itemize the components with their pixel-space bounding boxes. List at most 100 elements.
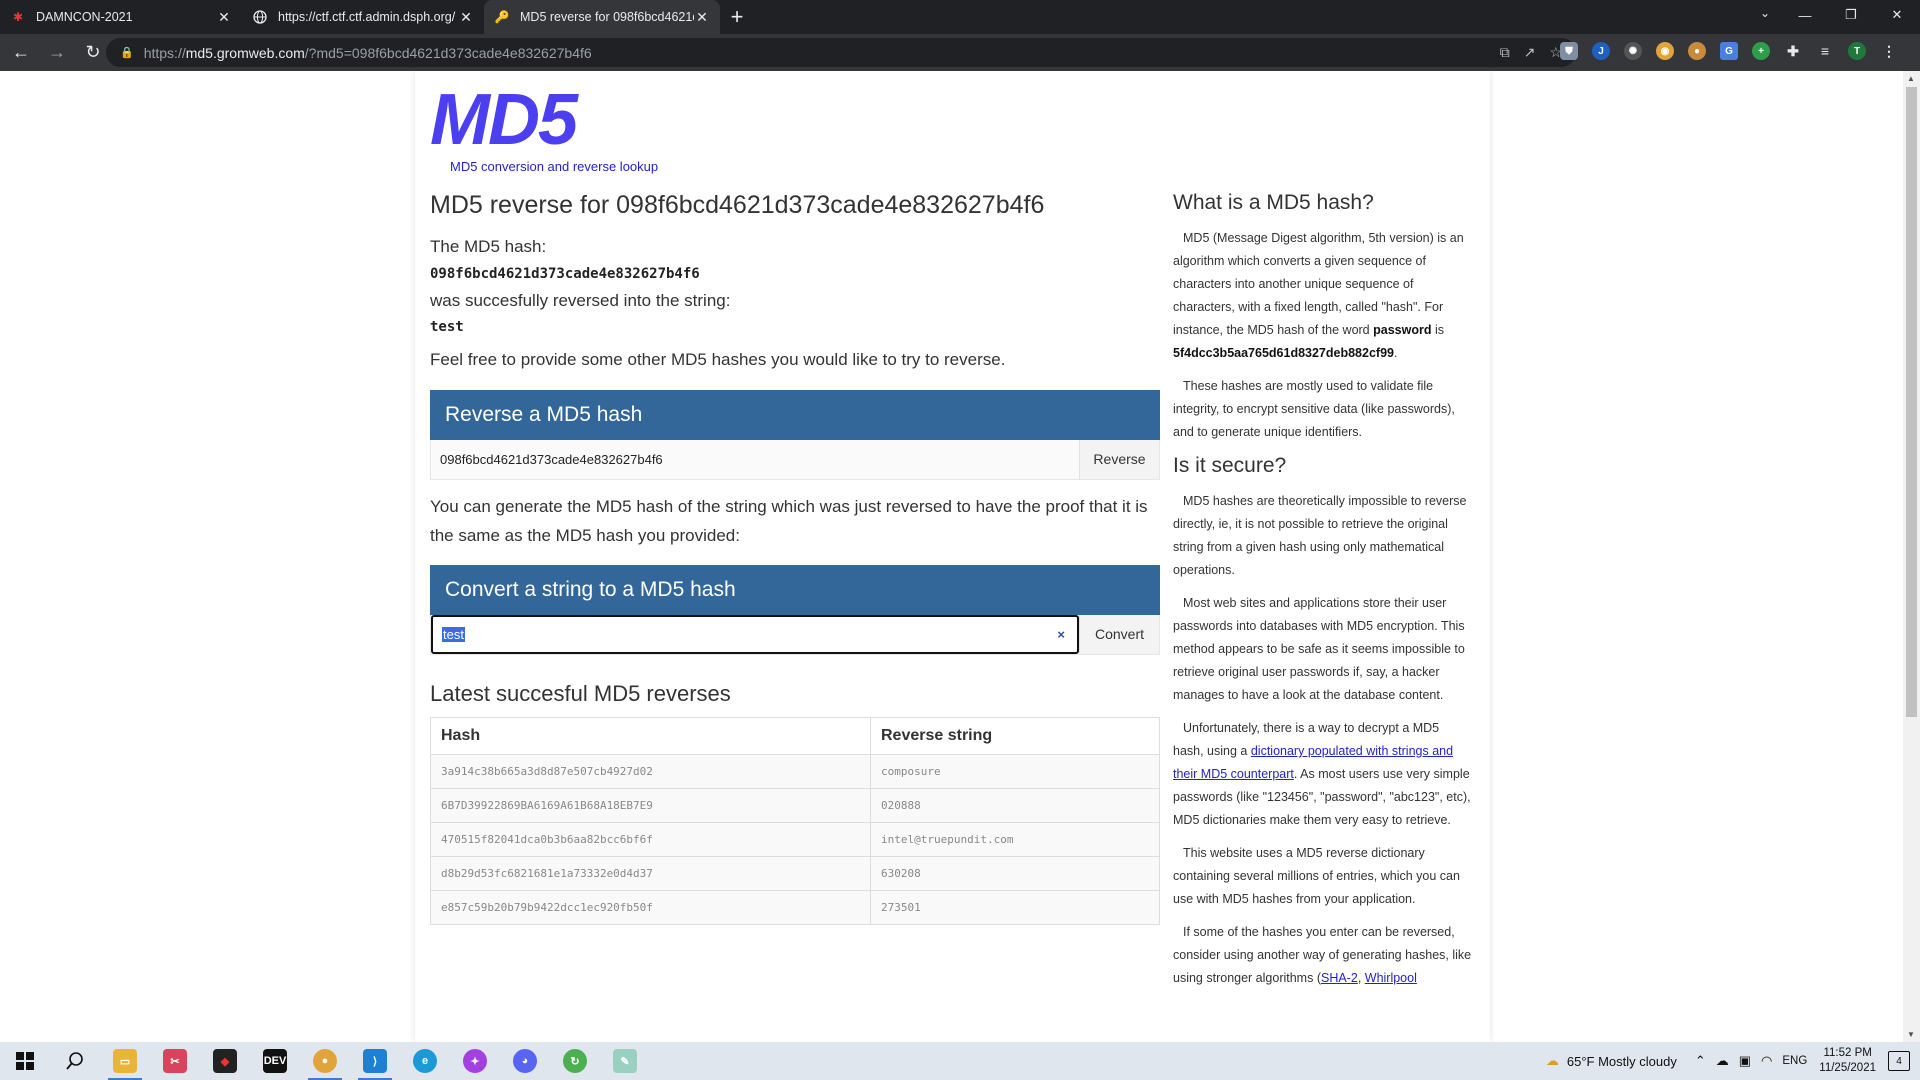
cookie-extension-icon[interactable]: ●: [1688, 42, 1706, 60]
puzzle-extensions-icon[interactable]: ✚: [1784, 42, 1802, 60]
reverse-string-cell[interactable]: 630208: [870, 855, 1160, 891]
wifi-icon[interactable]: ◠: [1761, 1053, 1772, 1069]
hash-cell[interactable]: 6B7D39922869BA6169A61B68A18EB7E9: [430, 787, 871, 823]
page-scrollbar[interactable]: ▲ ▼: [1903, 71, 1920, 1042]
site-logo[interactable]: MD5: [430, 79, 578, 161]
search-icon[interactable]: [50, 1042, 100, 1080]
dev-app-icon[interactable]: DEV: [250, 1042, 300, 1080]
tab-title: MD5 reverse for 098f6bcd4621d373cade4e83…: [520, 10, 694, 24]
notifications-icon[interactable]: 4: [1888, 1051, 1910, 1071]
display-icon[interactable]: ▣: [1739, 1053, 1751, 1069]
tab-bar: ✱ DAMNCON-2021 ✕ https://ctf.ctf.ctf.adm…: [0, 0, 1920, 34]
table-row: 3a914c38b665a3d8d87e507cb4927d02 composu…: [430, 753, 1160, 789]
convert-string-input[interactable]: test ×: [431, 614, 1079, 654]
url-host: md5.gromweb.com: [185, 44, 305, 61]
sidebar: What is a MD5 hash? MD5 (Message Digest …: [1173, 191, 1473, 1000]
profile-avatar[interactable]: T: [1848, 42, 1866, 60]
table-row: 470515f82041dca0b3b6aa82bcc6bf6f intel@t…: [430, 821, 1160, 857]
onedrive-icon[interactable]: ☁: [1716, 1053, 1729, 1069]
tab-ctf-admin[interactable]: https://ctf.ctf.ctf.admin.dsph.org/ ✕: [242, 0, 484, 34]
hash-cell[interactable]: 470515f82041dca0b3b6aa82bcc6bf6f: [430, 821, 871, 857]
discord-icon[interactable]: ◕: [500, 1042, 550, 1080]
table-row: d8b29d53fc6821681e1a73332e0d4d37 630208: [430, 855, 1160, 891]
translate-icon[interactable]: ⧉: [1500, 44, 1510, 61]
google-translate-extension-icon[interactable]: G: [1720, 42, 1738, 60]
tray-chevron-icon[interactable]: ⌃: [1695, 1053, 1706, 1069]
table-row: 6B7D39922869BA6169A61B68A18EB7E9 020888: [430, 787, 1160, 823]
text: MD5 (Message Digest algorithm, 5th versi…: [1173, 231, 1464, 337]
window-controls: — ❐ ✕: [1782, 0, 1920, 30]
plus-extension-icon[interactable]: +: [1752, 42, 1770, 60]
proof-text: You can generate the MD5 hash of the str…: [430, 496, 1148, 545]
tab-search-icon[interactable]: ⌄: [1760, 6, 1770, 20]
pen-app-icon[interactable]: ✎: [600, 1042, 650, 1080]
scroll-down-arrow-icon[interactable]: ▼: [1907, 1030, 1915, 1039]
text: is: [1431, 323, 1444, 337]
reading-list-icon[interactable]: ≡: [1816, 42, 1834, 60]
scrollbar-thumb[interactable]: [1906, 87, 1917, 717]
address-bar[interactable]: 🔒 https://md5.gromweb.com/?md5=098f6bcd4…: [106, 38, 1576, 67]
gear-extension-icon[interactable]: ✺: [1624, 42, 1642, 60]
reverse-panel: Reverse a MD5 hash 098f6bcd4621d373cade4…: [430, 389, 1160, 480]
chrome-taskbar-icon[interactable]: ●: [300, 1042, 350, 1080]
convert-panel: Convert a string to a MD5 hash test × Co…: [430, 564, 1160, 655]
weather-icon[interactable]: ☁: [1546, 1053, 1559, 1069]
edge-icon[interactable]: e: [400, 1042, 450, 1080]
back-icon[interactable]: ←: [6, 38, 36, 68]
close-tab-icon[interactable]: ✕: [216, 9, 232, 26]
clock[interactable]: 11:52 PM 11/25/2021: [1819, 1046, 1876, 1076]
language-indicator[interactable]: ENG: [1782, 1055, 1807, 1067]
hash-cell[interactable]: e857c59b20b79b9422dcc1ec920fb50f: [430, 889, 871, 925]
convert-input-selected-text: test: [442, 626, 465, 642]
sha2-link[interactable]: SHA-2: [1321, 971, 1358, 985]
latest-reverses-table: Hash Reverse string 3a914c38b665a3d8d87e…: [430, 716, 1160, 925]
forward-icon[interactable]: →: [42, 38, 72, 68]
shield-extension-icon[interactable]: ⛊: [1560, 42, 1578, 60]
reverse-button[interactable]: Reverse: [1079, 439, 1159, 479]
close-tab-icon[interactable]: ✕: [694, 9, 710, 26]
vscode-icon[interactable]: ⟩: [350, 1042, 400, 1080]
secure-paragraph-4: This website uses a MD5 reverse dictiona…: [1173, 846, 1460, 906]
snip-tool-icon[interactable]: ✂: [150, 1042, 200, 1080]
reverse-string-cell[interactable]: 273501: [870, 889, 1160, 925]
hash-cell[interactable]: d8b29d53fc6821681e1a73332e0d4d37: [430, 855, 871, 891]
hash-usage-paragraph: These hashes are mostly used to validate…: [1173, 379, 1455, 439]
green-app-icon[interactable]: ↻: [550, 1042, 600, 1080]
reversed-value: test: [430, 319, 464, 335]
scroll-up-arrow-icon[interactable]: ▲: [1907, 74, 1915, 83]
reverse-string-cell[interactable]: composure: [870, 753, 1160, 789]
column-header-reverse-string: Reverse string: [870, 716, 1160, 755]
feel-free-text: Feel free to provide some other MD5 hash…: [430, 350, 1006, 369]
page-container: MD5 MD5 conversion and reverse lookup MD…: [415, 71, 1490, 1042]
new-tab-button[interactable]: +: [720, 0, 754, 34]
weather-text[interactable]: 65°F Mostly cloudy: [1567, 1054, 1677, 1069]
convert-button[interactable]: Convert: [1079, 614, 1159, 654]
start-button[interactable]: [0, 1042, 50, 1080]
reverse-string-cell[interactable]: intel@truepundit.com: [870, 821, 1160, 857]
terminal-app-icon[interactable]: ◆: [200, 1042, 250, 1080]
share-icon[interactable]: ↗: [1524, 44, 1536, 61]
chrome-extension-icon[interactable]: ◉: [1656, 42, 1674, 60]
table-header-row: Hash Reverse string: [430, 716, 1160, 755]
j-extension-icon[interactable]: J: [1592, 42, 1610, 60]
messenger-icon[interactable]: ✦: [450, 1042, 500, 1080]
minimize-icon[interactable]: —: [1782, 0, 1828, 30]
url-path: /?md5=098f6bcd4621d373cade4e832627b4f6: [304, 44, 592, 61]
reverse-string-cell[interactable]: 020888: [870, 787, 1160, 823]
clear-input-icon[interactable]: ×: [1057, 627, 1065, 642]
close-window-icon[interactable]: ✕: [1874, 0, 1920, 30]
text: .: [1393, 346, 1398, 360]
tab-md5-reverse[interactable]: 🔑 MD5 reverse for 098f6bcd4621d373cade4e…: [484, 0, 720, 34]
reload-icon[interactable]: ↻: [78, 38, 108, 68]
file-explorer-icon[interactable]: ▭: [100, 1042, 150, 1080]
restore-icon[interactable]: ❐: [1828, 0, 1874, 30]
menu-kebab-icon[interactable]: ⋮: [1880, 42, 1898, 60]
reverse-hash-input[interactable]: 098f6bcd4621d373cade4e832627b4f6: [431, 440, 1079, 479]
lock-icon: 🔒: [120, 47, 134, 59]
tab-damncon[interactable]: ✱ DAMNCON-2021 ✕: [0, 0, 242, 34]
is-it-secure-heading: Is it secure?: [1173, 454, 1287, 477]
hash-cell[interactable]: 3a914c38b665a3d8d87e507cb4927d02: [430, 753, 871, 789]
whirlpool-link[interactable]: Whirlpool: [1365, 971, 1417, 985]
url-prefix: https://: [143, 44, 186, 61]
close-tab-icon[interactable]: ✕: [458, 9, 474, 26]
